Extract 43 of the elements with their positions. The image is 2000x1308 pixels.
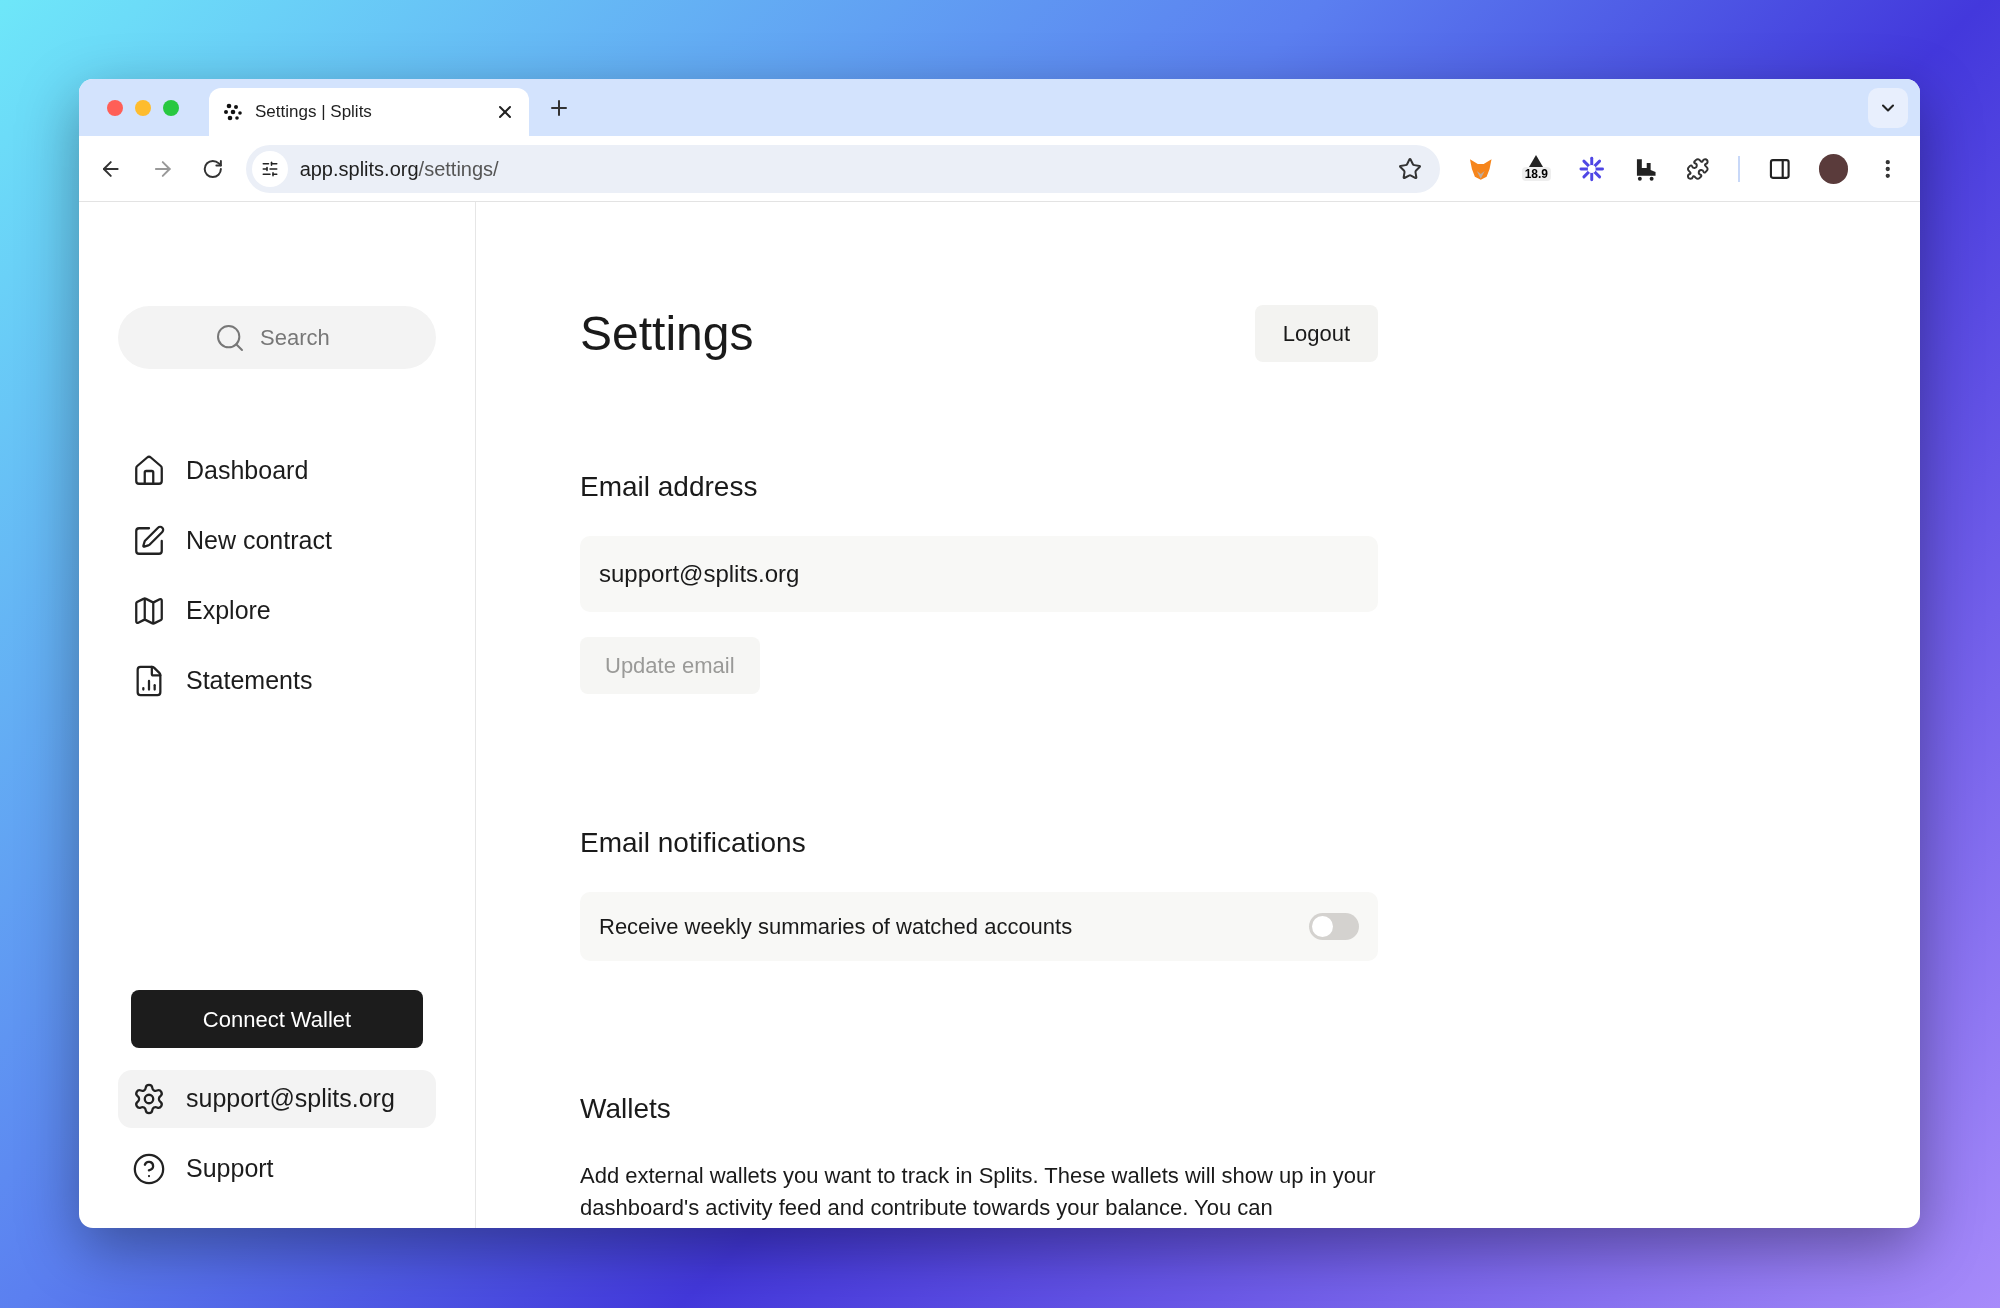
toggle-label: Receive weekly summaries of watched accounts <box>599 913 1073 941</box>
nav-link[interactable]: Dashboard <box>132 445 436 497</box>
wallets-description: Add external wallets you want to track in Splits. These wallets will show up in your dashboard's activity feed and contribute towards your balance. You can <box>580 1162 1377 1222</box>
nav-label: support@splits.org <box>186 1083 395 1115</box>
nav-link[interactable]: Support <box>118 1140 436 1198</box>
profile-avatar[interactable] <box>1819 153 1849 184</box>
address-bar[interactable]: app.splits.org/settings/ <box>245 144 1441 193</box>
nav-label: Explore <box>186 595 271 627</box>
bookmark-star-icon[interactable] <box>1398 156 1423 181</box>
tab-list-button[interactable] <box>1868 87 1908 128</box>
search-field[interactable]: Search <box>118 306 436 369</box>
nav-label: Statements <box>186 665 313 697</box>
section-heading: Email address <box>580 470 759 504</box>
logout-button[interactable]: Logout <box>1255 305 1378 362</box>
toggle-switch[interactable] <box>1309 913 1359 940</box>
section-heading: Email notifications <box>580 826 807 860</box>
asterisk-extension-icon[interactable] <box>1579 155 1605 182</box>
search-input[interactable]: Search <box>260 321 340 354</box>
nav-label: Support <box>186 1153 274 1185</box>
side-panel-icon[interactable] <box>1767 156 1792 181</box>
map-icon <box>132 594 166 628</box>
nav-label: Dashboard <box>186 455 309 487</box>
sliders-icon <box>260 159 279 178</box>
email-input[interactable]: support@splits.org <box>580 536 1378 612</box>
section-heading: Wallets <box>580 1092 672 1126</box>
help-icon <box>132 1152 166 1186</box>
reload-icon[interactable] <box>202 157 224 180</box>
page-title: Settings <box>580 309 754 358</box>
nav-label: New contract <box>186 525 332 557</box>
site-settings-button[interactable] <box>251 150 288 187</box>
tab-title: Settings | Splits <box>255 101 373 124</box>
edit-icon <box>132 524 166 558</box>
nav-link[interactable]: Explore <box>132 585 436 637</box>
extensions-puzzle-icon[interactable] <box>1686 156 1710 181</box>
nav-link[interactable]: Statements <box>132 655 436 707</box>
connect-wallet-button[interactable]: Connect Wallet <box>131 990 423 1048</box>
nav-link[interactable]: New contract <box>132 515 436 567</box>
dots-logo-icon <box>223 102 243 122</box>
home-icon <box>132 454 166 488</box>
nav-link[interactable]: support@splits.org <box>118 1070 436 1128</box>
gear-icon <box>132 1082 166 1116</box>
url-text: app.splits.org/settings/ <box>299 156 500 182</box>
browser-tab[interactable]: Settings | Splits <box>209 88 529 136</box>
